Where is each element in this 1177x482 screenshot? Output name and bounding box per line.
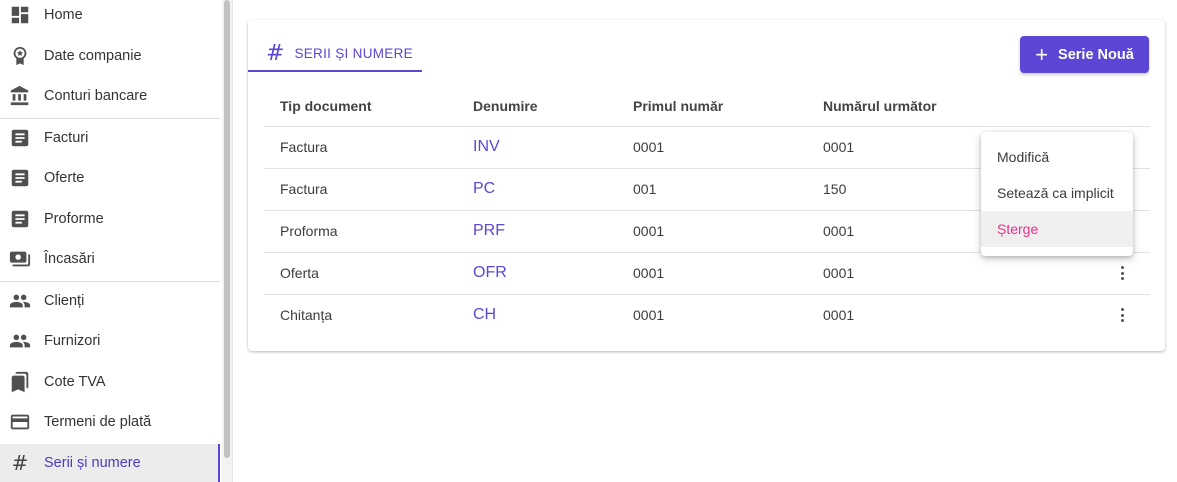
cell-denumire[interactable]: PC [473,180,495,198]
cell-urmator: 150 [823,181,847,197]
sidebar-item-facturi[interactable]: Facturi [0,119,220,157]
sidebar-item-label: Termeni de plată [44,414,152,430]
more-vert-icon[interactable] [1118,263,1126,283]
document-icon [8,126,32,150]
credit-card-icon [8,410,32,434]
plus-icon: + [1035,41,1049,67]
cell-urmator: 0001 [823,307,855,323]
cell-tip: Factura [280,181,328,197]
row-context-menu: Modifică Setează ca implicit Șterge [981,132,1133,256]
bank-icon [8,84,32,108]
menu-item-modifica[interactable]: Modifică [981,139,1133,175]
column-header-urmator: Numărul următor [823,98,937,114]
table-row[interactable]: Oferta OFR 0001 0001 [264,253,1150,295]
sidebar-item-label: Conturi bancare [44,88,148,104]
people-icon [8,329,32,353]
sidebar-item-label: Proforme [44,211,104,227]
sidebar: Home Date companie Conturi bancare Factu… [0,0,222,482]
new-series-button[interactable]: + Serie Nouă [1020,36,1149,73]
sidebar-item-label: Facturi [44,130,89,146]
hash-icon: # [266,40,285,66]
sidebar-item-proforme[interactable]: Proforme [0,200,220,238]
tab-serii-si-numere[interactable]: # SERII ȘI NUMERE [248,36,422,72]
column-header-tip: Tip document [280,98,372,114]
cell-primul: 0001 [633,307,665,323]
new-series-label: Serie Nouă [1058,46,1134,63]
tab-label: SERII ȘI NUMERE [294,45,413,61]
sidebar-item-furnizori[interactable]: Furnizori [0,322,220,360]
sidebar-item-label: Oferte [44,170,85,186]
cell-tip: Factura [280,139,328,155]
sidebar-item-conturi-bancare[interactable]: Conturi bancare [0,77,220,115]
sidebar-item-label: Date companie [44,48,142,64]
sidebar-item-label: Serii și numere [44,455,141,471]
sidebar-item-date-companie[interactable]: Date companie [0,37,220,75]
sidebar-item-termeni-de-plata[interactable]: Termeni de plată [0,403,220,441]
menu-item-sterge[interactable]: Șterge [981,211,1133,247]
sidebar-scrollbar-thumb[interactable] [224,0,230,458]
sidebar-item-label: Cote TVA [44,374,106,390]
sidebar-item-incasari[interactable]: Încasări [0,240,220,278]
bookmark-icon [8,370,32,394]
column-header-denumire: Denumire [473,98,538,114]
sidebar-item-clienti[interactable]: Clienți [0,282,220,320]
sidebar-item-label: Clienți [44,293,85,309]
table-header: Tip document Denumire Primul număr Număr… [264,86,1150,127]
cell-denumire[interactable]: PRF [473,222,505,240]
cell-tip: Chitanța [280,307,333,323]
sidebar-item-serii-si-numere[interactable]: # Serii și numere [0,444,220,482]
cell-primul: 0001 [633,139,665,155]
sidebar-item-label: Încasări [44,251,95,267]
table-row[interactable]: Chitanța CH 0001 0001 [264,295,1150,336]
cell-denumire[interactable]: OFR [473,264,507,282]
sidebar-item-label: Home [44,7,83,23]
cell-urmator: 0001 [823,265,855,281]
hash-icon: # [11,451,29,475]
cell-tip: Oferta [280,265,319,281]
cell-primul: 0001 [633,223,665,239]
cell-denumire[interactable]: INV [473,138,500,156]
sidebar-item-home[interactable]: Home [0,0,220,34]
people-icon [8,289,32,313]
award-icon [8,44,32,68]
cell-tip: Proforma [280,223,338,239]
cell-denumire[interactable]: CH [473,306,496,324]
dashboard-icon [8,3,32,27]
cell-urmator: 0001 [823,139,855,155]
column-header-primul: Primul număr [633,98,724,114]
more-vert-icon[interactable] [1118,305,1126,325]
cell-primul: 001 [633,181,657,197]
money-icon [8,247,32,271]
cell-primul: 0001 [633,265,665,281]
sidebar-item-oferte[interactable]: Oferte [0,159,220,197]
sidebar-item-cote-tva[interactable]: Cote TVA [0,363,220,401]
cell-urmator: 0001 [823,223,855,239]
menu-item-set-default[interactable]: Setează ca implicit [981,175,1133,211]
sidebar-item-label: Furnizori [44,333,101,349]
document-icon [8,207,32,231]
document-icon [8,166,32,190]
